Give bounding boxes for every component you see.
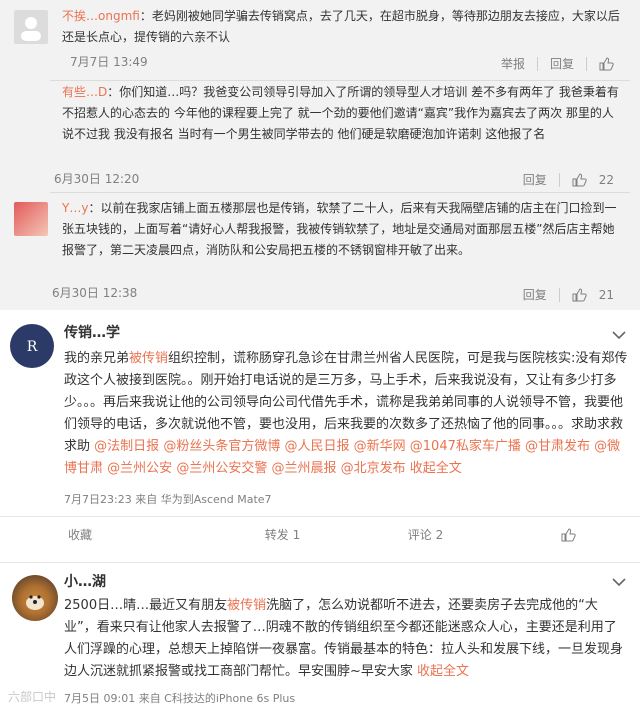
post-meta: 7月7日23:23 来自 华为到Ascend Mate7 <box>64 493 272 506</box>
mention-link[interactable]: @粉丝头条官方微博 <box>163 439 280 454</box>
mention-link[interactable]: @兰州晨报 <box>271 461 336 476</box>
thumbs-up-icon[interactable] <box>572 287 587 302</box>
dog-avatar-icon <box>26 595 44 610</box>
reply-link[interactable]: 回复 <box>550 55 574 72</box>
repost-button[interactable]: 转发 1 <box>211 517 354 552</box>
mention-link[interactable]: @新华网 <box>354 439 406 454</box>
favorite-button[interactable]: 收藏 <box>0 517 211 552</box>
avatar[interactable]: R <box>10 324 54 368</box>
comment-actions: 回复 21 <box>523 286 614 303</box>
comment-author[interactable]: 有些…D <box>62 85 107 99</box>
comment-item: 有些…D：你们知道…吗？我爸变公司领导引导加入了所谓的领导型人才培训 差不多有两… <box>10 80 630 191</box>
post-text: 我的亲兄弟被传销组织控制，谎称肠穿孔急诊在甘肃兰州省人民医院，可是我与医院核实:… <box>64 351 628 476</box>
thumbs-up-icon[interactable] <box>572 172 587 187</box>
post-text: 2500日…晴…最近又有朋友被传销洗脑了，怎么劝说都听不进去，还要卖房子去完成他… <box>64 598 624 679</box>
like-button[interactable] <box>497 517 640 552</box>
post-author[interactable]: 传销…学 <box>64 322 120 342</box>
post-author[interactable]: 小…湖 <box>64 571 106 591</box>
comment-list: 不挨…ongmfi：老妈刚被她同学骗去传销窝点，去了几天，在超市脱身，等待那边朋… <box>0 0 640 310</box>
keyword-highlight: 被传销 <box>129 351 169 366</box>
comment-time: 7月7日 13:49 <box>70 55 148 69</box>
mention-link[interactable]: @法制日报 <box>94 439 159 454</box>
mention-link[interactable]: @兰州公安交警 <box>176 461 267 476</box>
avatar[interactable] <box>14 10 48 44</box>
comment-button[interactable]: 评论 2 <box>354 517 497 552</box>
comment-item: 不挨…ongmfi：老妈刚被她同学骗去传销窝点，去了几天，在超市脱身，等待那边朋… <box>10 0 630 80</box>
comment-author[interactable]: Y…y <box>62 201 88 215</box>
like-count: 22 <box>598 172 614 187</box>
comment-text: 有些…D：你们知道…吗？我爸变公司领导引导加入了所谓的领导型人才培训 差不多有两… <box>62 85 619 141</box>
report-link[interactable]: 举报 <box>501 55 525 72</box>
comment-text: Y…y：以前在我家店铺上面五楼那层也是传销，软禁了二十人，后来有天我隔壁店铺的店… <box>62 201 617 257</box>
collapse-link[interactable]: 收起全文 <box>417 664 469 679</box>
avatar-logo-icon: R <box>27 339 38 355</box>
avatar[interactable] <box>14 202 48 236</box>
default-avatar-icon <box>21 17 41 41</box>
divider <box>586 56 587 71</box>
reply-link[interactable]: 回复 <box>523 286 547 303</box>
mention-link[interactable]: @北京发布 <box>341 461 406 476</box>
divider <box>558 287 560 302</box>
avatar[interactable] <box>12 575 58 621</box>
comment-time: 6月30日 12:38 <box>52 286 138 300</box>
comment-time: 6月30日 12:20 <box>54 172 140 186</box>
mention-link[interactable]: @1047私家车广播 <box>410 439 521 454</box>
post-action-bar: 收藏 转发 1 评论 2 <box>0 516 640 552</box>
like-count: 21 <box>598 287 614 302</box>
comment-author[interactable]: 不挨…ongmfi <box>62 9 140 23</box>
comment-item: Y…y：以前在我家店铺上面五楼那层也是传销，软禁了二十人，后来有天我隔壁店铺的店… <box>10 192 630 307</box>
thumbs-up-icon <box>561 527 576 541</box>
comment-text: 不挨…ongmfi：老妈刚被她同学骗去传销窝点，去了几天，在超市脱身，等待那边朋… <box>62 9 620 44</box>
divider <box>536 56 538 71</box>
mention-link[interactable]: @甘肃发布 <box>525 439 590 454</box>
post-meta: 7月5日 09:01 来自 C科技达的iPhone 6s Plus <box>64 692 296 705</box>
chevron-down-icon[interactable] <box>612 330 626 340</box>
thumbs-up-icon[interactable] <box>599 56 614 71</box>
mention-link[interactable]: @兰州公安 <box>107 461 172 476</box>
weibo-post: R 传销…学 我的亲兄弟被传销组织控制，谎称肠穿孔急诊在甘肃兰州省人民医院，可是… <box>0 312 640 552</box>
divider <box>558 172 560 187</box>
chevron-down-icon[interactable] <box>612 577 626 587</box>
comment-actions: 举报 回复 <box>501 55 614 72</box>
collapse-link[interactable]: 收起全文 <box>410 461 462 476</box>
reply-link[interactable]: 回复 <box>523 171 547 188</box>
mention-link[interactable]: @人民日报 <box>284 439 349 454</box>
comment-actions: 回复 22 <box>523 171 614 188</box>
weibo-post: 小…湖 2500日…晴…最近又有朋友被传销洗脑了，怎么劝说都听不进去，还要卖房子… <box>0 562 640 712</box>
keyword-highlight: 被传销 <box>227 598 267 613</box>
watermark: 六部口中 <box>8 690 57 704</box>
